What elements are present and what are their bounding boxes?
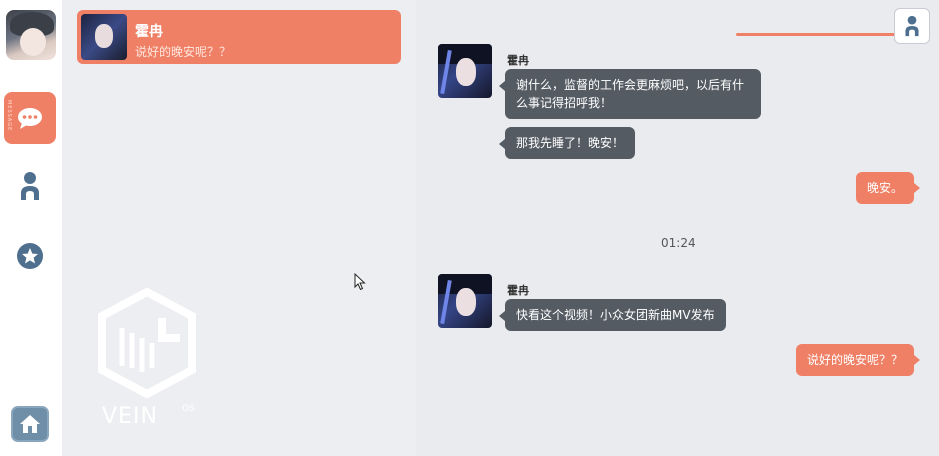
chat-panel: 霍冉 谢什么，监督的工作会更麻烦吧，以后有什么事记得招呼我！ 那我先睡了！晚安！… bbox=[416, 0, 939, 456]
header-accent-line bbox=[736, 33, 901, 36]
conversation-name: 霍冉 bbox=[135, 24, 163, 40]
conversation-preview: 说好的晚安呢？？ bbox=[135, 45, 232, 59]
sender-name: 霍冉 bbox=[507, 284, 529, 297]
timestamp: 01:24 bbox=[661, 236, 696, 250]
message-bubble-outgoing: 说好的晚安呢？？ bbox=[795, 344, 921, 376]
message-bubble-incoming: 快看这个视频！小众女团新曲MV发布 bbox=[499, 299, 726, 331]
favorites-nav-button[interactable] bbox=[4, 230, 56, 282]
brand-logo-icon bbox=[98, 288, 196, 398]
person-icon bbox=[21, 172, 39, 200]
brand-logo-text: VEIN bbox=[102, 404, 158, 429]
message-bubble-incoming: 谢什么，监督的工作会更麻烦吧，以后有什么事记得招呼我！ bbox=[499, 69, 761, 119]
left-rail: MESSAGE bbox=[0, 0, 62, 456]
person-icon bbox=[905, 15, 919, 37]
home-icon bbox=[20, 415, 40, 433]
sender-name: 霍冉 bbox=[507, 54, 529, 67]
conversation-item[interactable]: 霍冉 说好的晚安呢？？ bbox=[77, 10, 401, 64]
message-bubble-outgoing: 晚安。 bbox=[855, 172, 921, 204]
conversation-list: 霍冉 说好的晚安呢？？ VEIN OS bbox=[62, 0, 416, 456]
sender-avatar[interactable] bbox=[438, 44, 492, 98]
profile-button[interactable] bbox=[894, 8, 930, 44]
mouse-cursor-icon bbox=[354, 273, 366, 291]
user-avatar[interactable] bbox=[6, 10, 56, 60]
home-button[interactable] bbox=[11, 406, 49, 442]
messages-tag: MESSAGE bbox=[6, 100, 12, 132]
contacts-nav-button[interactable] bbox=[4, 160, 56, 212]
star-icon bbox=[17, 243, 43, 269]
contact-avatar bbox=[81, 14, 127, 60]
brand-logo-sub: OS bbox=[182, 404, 195, 414]
chat-bubble-icon bbox=[18, 108, 42, 129]
sender-avatar[interactable] bbox=[438, 274, 492, 328]
message-bubble-incoming: 那我先睡了！晚安！ bbox=[498, 127, 636, 159]
